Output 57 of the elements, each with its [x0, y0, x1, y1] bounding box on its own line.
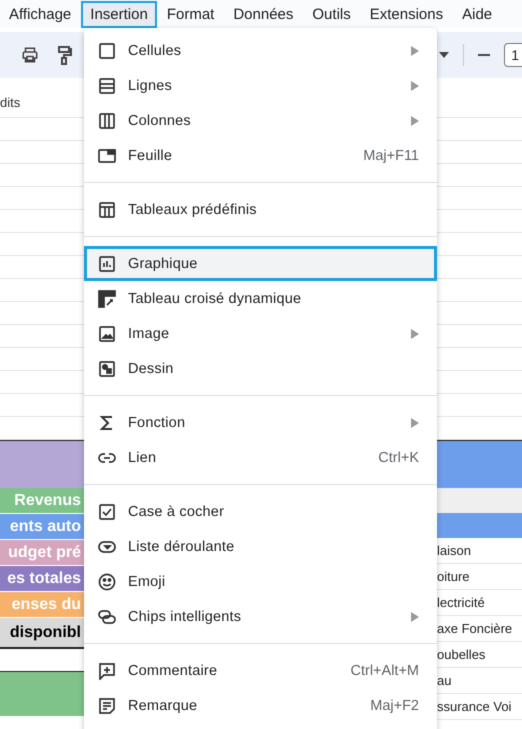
comment-icon	[98, 662, 116, 680]
table-cell: ents auto	[0, 514, 84, 540]
table-cell: dits	[0, 95, 20, 110]
menu-item[interactable]: Colonnes	[84, 103, 437, 138]
square-icon	[98, 42, 116, 60]
menu-bar-item[interactable]: Données	[224, 0, 302, 28]
menu-bar-item[interactable]: Extensions	[360, 0, 452, 28]
image-icon	[98, 324, 116, 342]
menu-bar-item[interactable]: Outils	[303, 0, 360, 28]
table-cell: laison	[437, 543, 471, 558]
menu-bar-item[interactable]: Aide	[453, 0, 502, 28]
table-cell: oubelles	[437, 647, 486, 662]
pivot-table-icon	[98, 290, 116, 308]
menu-item[interactable]: Lignes	[84, 68, 437, 103]
menu-item[interactable]: Dessin	[84, 351, 437, 386]
table-cell: axe Foncière	[437, 621, 512, 636]
menu-item[interactable]: Tableau croisé dynamique	[84, 281, 437, 316]
table-cell: oiture	[437, 569, 470, 584]
paint-roller-icon[interactable]	[57, 45, 73, 65]
menu-item[interactable]: Lien Ctrl+K	[84, 440, 437, 475]
menu-item[interactable]: Emoji	[84, 564, 437, 599]
sheet-icon	[98, 146, 116, 164]
smiley-icon	[98, 572, 116, 590]
menu-item[interactable]: Remarque Maj+F2	[84, 688, 437, 723]
table-cell: au	[437, 673, 452, 688]
chart-icon	[98, 254, 116, 272]
table-cell: ssurance Voi	[437, 699, 512, 714]
menu-item[interactable]: Case à cocher	[84, 494, 437, 529]
table-cell: Revenus	[0, 488, 84, 514]
caret-icon[interactable]	[439, 52, 450, 58]
table-cell: disponibl	[0, 618, 84, 648]
menu-item[interactable]: Commentaire Ctrl+Alt+M	[84, 653, 437, 688]
menu-item[interactable]: Cellules	[84, 33, 437, 68]
columns-icon	[98, 112, 116, 130]
table-icon	[98, 200, 116, 218]
menu-item[interactable]: Fonction	[84, 405, 437, 440]
table-cell: udget pré	[0, 540, 84, 566]
checkbox-icon	[98, 502, 116, 520]
menu-item[interactable]: Chips intelligents	[84, 599, 437, 634]
menu-bar-item[interactable]: Affichage	[0, 0, 80, 28]
table-cell: es totales	[0, 566, 84, 592]
note-icon	[98, 696, 116, 714]
menu-item[interactable]: Liste déroulante	[84, 529, 437, 564]
font-size-field[interactable]: 1	[504, 43, 522, 67]
menu-item[interactable]: Graphique	[84, 246, 437, 281]
minus-icon[interactable]	[478, 54, 490, 56]
rows-icon	[98, 76, 116, 94]
chips-icon	[98, 608, 116, 626]
print-icon[interactable]	[21, 46, 39, 64]
menu-item[interactable]: Feuille Maj+F11	[84, 138, 437, 173]
menu-bar-item[interactable]: Insertion	[81, 0, 157, 28]
table-cell: enses du	[0, 592, 84, 618]
menu-item[interactable]: Image	[84, 316, 437, 351]
drawing-icon	[98, 360, 116, 378]
table-cell: lectricité	[437, 595, 485, 610]
menu-item[interactable]: Tableaux prédéfinis	[84, 192, 437, 227]
menu-bar-item[interactable]: Format	[158, 0, 224, 28]
